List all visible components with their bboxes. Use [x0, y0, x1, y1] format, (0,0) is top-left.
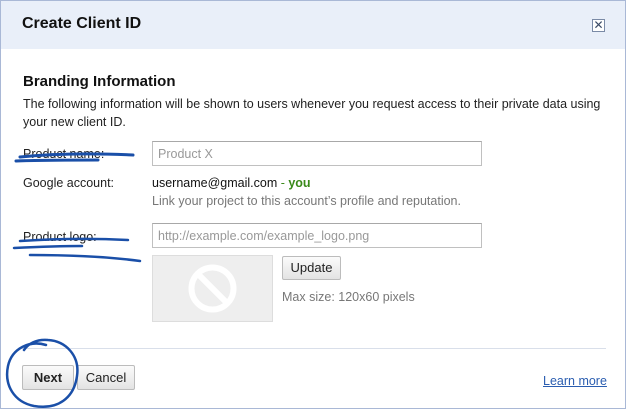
footer-divider: [22, 348, 606, 349]
account-you-badge: you: [288, 176, 311, 190]
close-icon[interactable]: ✕: [592, 19, 605, 32]
product-logo-label: Product logo:: [23, 230, 97, 244]
dialog-titlebar: Create Client ID ✕: [1, 1, 625, 49]
account-email: username@gmail.com: [152, 176, 278, 190]
account-hint: Link your project to this account’s prof…: [152, 194, 461, 208]
no-image-icon: [188, 264, 237, 313]
next-button[interactable]: Next: [22, 365, 74, 390]
cancel-button[interactable]: Cancel: [77, 365, 135, 390]
product-name-label: Product name:: [23, 147, 105, 161]
dialog-title: Create Client ID: [22, 15, 142, 32]
create-client-id-dialog: Create Client ID ✕ Branding Information …: [0, 0, 626, 409]
product-logo-url-input[interactable]: [152, 223, 482, 248]
account-separator: -: [277, 176, 289, 190]
max-size-hint: Max size: 120x60 pixels: [282, 290, 415, 304]
account-line: username@gmail.com - you: [152, 176, 311, 190]
logo-preview: [152, 255, 273, 322]
google-account-label: Google account:: [23, 176, 115, 190]
learn-more-link[interactable]: Learn more: [543, 374, 607, 388]
section-heading: Branding Information: [23, 73, 176, 90]
update-button[interactable]: Update: [282, 256, 341, 280]
product-name-input[interactable]: [152, 141, 482, 166]
branding-description: The following information will be shown …: [23, 97, 601, 129]
